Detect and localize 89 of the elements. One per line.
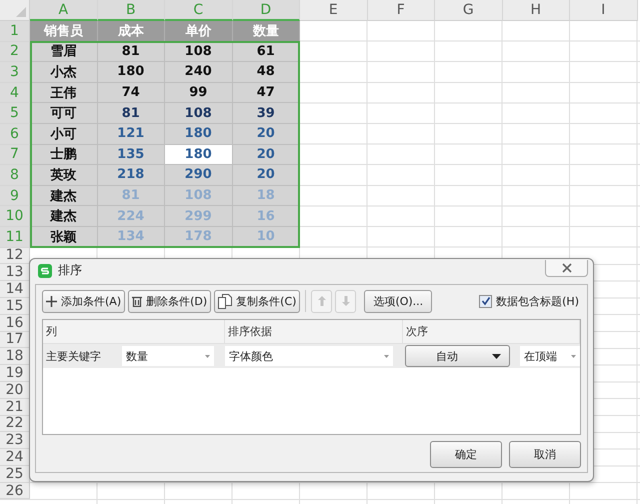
add-condition-button[interactable]: 添加条件(A) [42,290,126,312]
table-cell: 16 [232,206,300,227]
row-header[interactable]: 14 [0,281,30,298]
column-title: 排序依据 [225,320,403,343]
close-icon [560,263,572,273]
table-cell: 135 [98,144,165,166]
dialog-title: 排序 [58,262,82,279]
table-cell: 99 [165,82,232,104]
row-header[interactable]: 21 [0,398,30,416]
trash-icon [132,296,142,306]
header-cell: 成本 [98,21,165,42]
table-cell: 224 [98,206,165,227]
table-cell: 20 [232,124,300,145]
table-cell: 建杰 [30,206,98,227]
table-cell: 81 [98,186,165,206]
row-header[interactable]: 12 [0,248,30,264]
caret-icon [571,354,576,358]
column-header[interactable]: H [502,0,570,21]
select-all-corner[interactable] [0,0,30,21]
table-cell: 180 [165,124,232,145]
table-cell: 218 [98,165,165,186]
table-cell: 108 [165,186,232,206]
table-cell: 299 [165,206,232,227]
table-cell: 20 [232,165,300,186]
row-header[interactable]: 18 [0,348,30,366]
column-header[interactable]: G [435,0,502,21]
headers-checkbox-label[interactable]: 数据包含标题(H) [479,294,581,308]
row-header[interactable]: 19 [0,365,30,382]
column-header[interactable]: F [368,0,435,21]
position-dropdown[interactable]: 在顶端 [520,346,580,366]
table-cell: 290 [165,165,232,186]
table-cell: 20 [232,144,300,166]
table-cell: 240 [165,62,232,83]
table-cell: 小杰 [30,62,98,83]
caret-icon [205,354,210,358]
row-header[interactable]: 15 [0,298,30,315]
table-cell: 小可 [30,124,98,145]
delete-condition-button[interactable]: 删除条件(D) [128,290,212,312]
column-title: 列 [43,320,225,343]
header-cell: 数量 [232,21,300,42]
header-cell: 销售员 [30,21,98,42]
checkbox[interactable] [479,294,492,308]
row-header[interactable]: 23 [0,432,30,450]
app-icon [38,264,52,278]
sort-on-dropdown[interactable]: 字体颜色 [225,346,393,366]
down-arrow-icon [340,295,351,307]
table-cell: 180 [165,144,232,166]
table-cell: 王伟 [30,82,98,104]
row-header[interactable]: 26 [0,482,30,500]
row-header[interactable]: 17 [0,332,30,348]
table-cell: 121 [98,124,165,145]
column-title: 次序 [403,320,580,343]
options-button[interactable]: 选项(O)... [364,290,432,312]
row-header[interactable]: 24 [0,449,30,466]
header-cell: 单价 [165,21,232,42]
caret-icon [384,354,389,358]
up-arrow-icon [316,295,327,307]
row-header[interactable]: 22 [0,416,30,432]
table-cell: 81 [98,103,165,124]
order-dropdown-button[interactable]: 自动 [405,345,510,367]
table-cell: 108 [165,103,232,124]
cancel-button[interactable]: 取消 [509,441,581,468]
table-cell: 178 [165,226,232,248]
table-cell: 可可 [30,103,98,124]
caret-icon [492,354,501,358]
table-cell: 180 [98,62,165,83]
ok-button[interactable]: 确定 [430,441,502,468]
table-cell: 108 [165,42,232,62]
table-cell: 39 [232,103,300,124]
row-header[interactable]: 20 [0,382,30,399]
copy-condition-button[interactable]: 复制条件(C) [214,290,300,312]
corner-triangle-icon [16,7,26,17]
column-dropdown[interactable]: 数量 [122,346,214,366]
row-header[interactable]: 16 [0,314,30,332]
plus-icon [46,296,57,306]
table-cell: 18 [232,186,300,206]
row-header[interactable]: 13 [0,264,30,282]
copy-icon [218,294,232,308]
table-cell: 士鹏 [30,144,98,166]
table-cell: 74 [98,82,165,104]
column-header[interactable]: I [570,0,638,21]
row-header[interactable]: 25 [0,466,30,483]
close-button[interactable] [545,260,588,277]
table-cell: 建杰 [30,186,98,206]
table-cell: 48 [232,62,300,83]
key-label: 主要关键字 [45,348,102,364]
column-header[interactable]: E [300,0,368,21]
table-cell: 47 [232,82,300,104]
table-cell: 英玫 [30,165,98,186]
